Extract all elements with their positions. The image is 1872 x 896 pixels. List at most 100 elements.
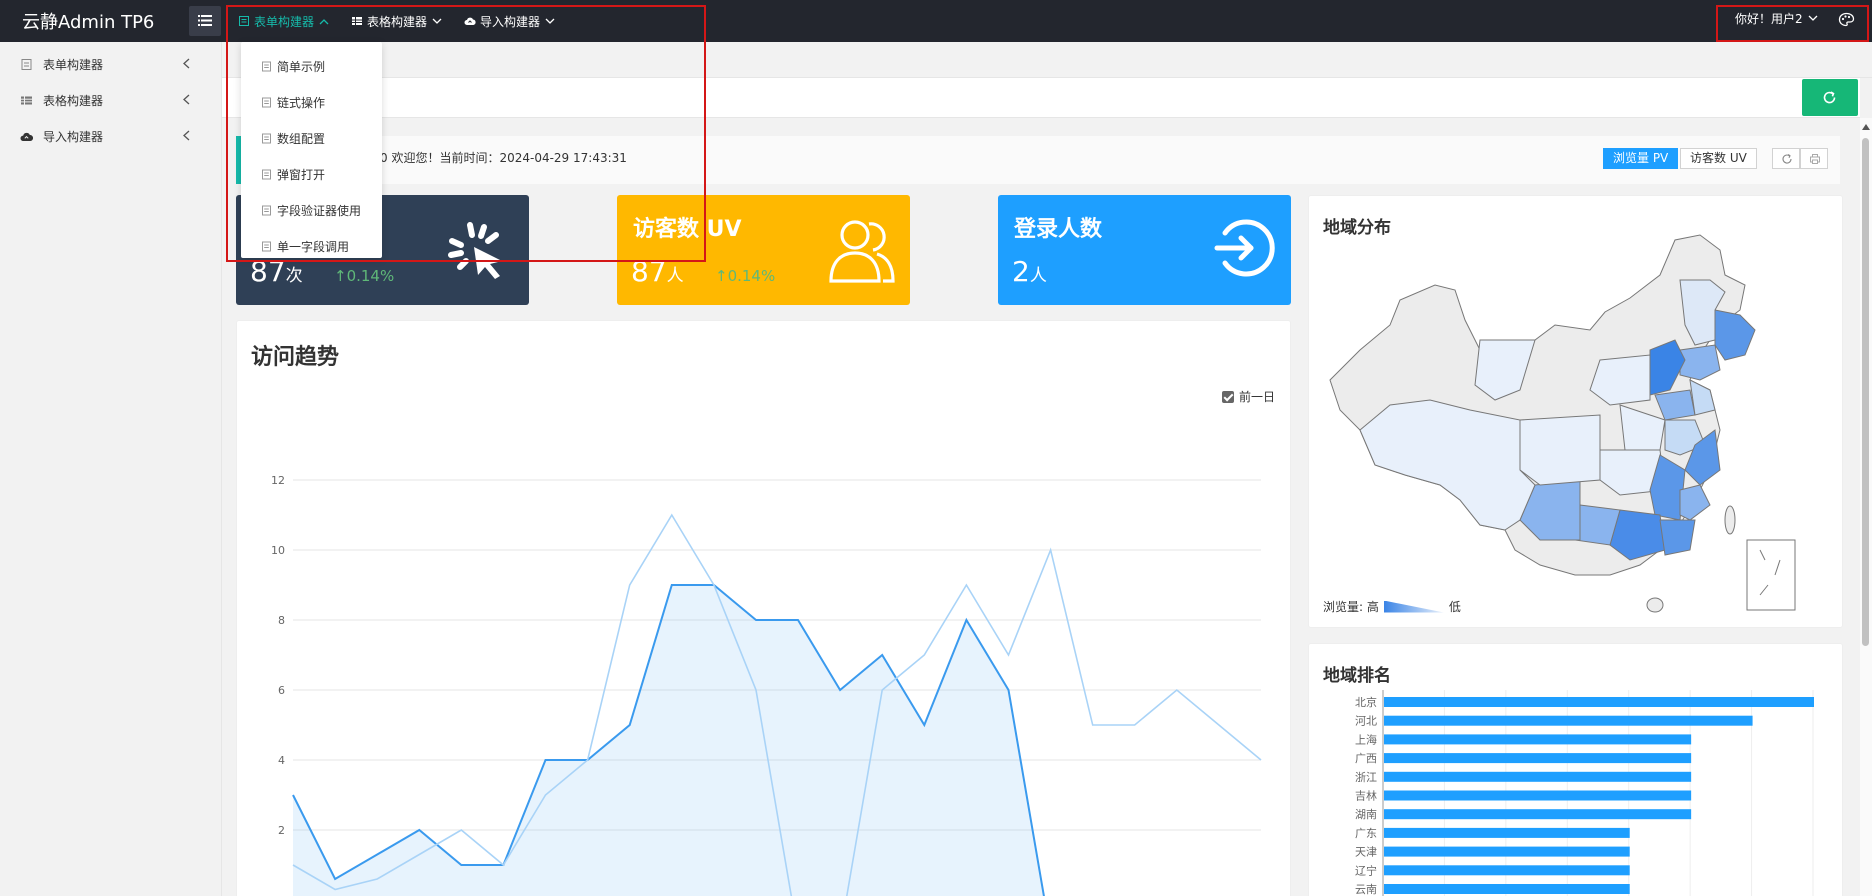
topnav-form-builder[interactable]: 表单构建器 [238,0,329,42]
trend-legend[interactable]: 前一日 [1222,388,1275,405]
dropdown-item-array-config[interactable]: 数组配置 [241,120,382,156]
dropdown-item-label: 字段验证器使用 [277,203,362,218]
menu-list-icon [198,15,212,26]
chevron-down-icon [432,18,442,24]
palette-icon[interactable] [1838,12,1855,27]
category-label: 河北 [1355,715,1377,728]
chevron-left-icon [183,94,190,105]
series-area [293,585,1044,896]
dropdown-item-simple-example[interactable]: 简单示例 [241,48,382,84]
card-value: 2人 [1012,255,1047,288]
category-label: 北京 [1355,695,1377,709]
breadcrumb-bar [222,78,1860,118]
card-rate: ↑0.14% [715,267,776,285]
refresh-icon [1823,91,1836,104]
form-builder-dropdown: 简单示例 链式操作 数组配置 弹窗打开 字段验证器使用 单一字段调用 [241,42,382,258]
bar [1384,846,1630,857]
form-icon [262,241,271,251]
reload-tool-button[interactable] [1772,148,1800,169]
map-legend: 浏览量: 高 低 [1323,598,1461,615]
brand-logo[interactable]: 云静Admin TP6 [22,8,154,34]
sidebar: 表单构建器 表格构建器 导入构建器 [0,42,222,896]
user-greeting: 你好！用户2 [1735,12,1803,26]
dropdown-item-label: 简单示例 [277,59,326,74]
topnav-import-builder[interactable]: 导入构建器 [464,0,555,42]
dropdown-item-label: 链式操作 [277,95,326,110]
print-tool-button[interactable] [1800,148,1828,169]
dropdown-item-field-validator[interactable]: 字段验证器使用 [241,192,382,228]
y-tick-label: 2 [278,824,285,837]
y-tick-label: 6 [278,684,285,697]
dropdown-item-single-field[interactable]: 单一字段调用 [241,228,382,264]
bar [1384,790,1692,801]
pv-toggle-button[interactable]: 浏览量 PV [1603,148,1679,169]
map-legend-gradient [1383,600,1444,613]
map-legend-high: 浏览量: 高 [1323,600,1379,614]
tab-strip [222,42,1872,78]
trend-chart: 2 4 6 8 10 12 [271,474,1262,896]
y-tick-label: 8 [278,614,285,627]
y-tick-label: 10 [271,544,285,557]
sidebar-item-table-builder[interactable]: 表格构建器 [0,82,221,118]
legend-label: 前一日 [1239,390,1276,404]
chevron-left-icon [183,130,190,141]
refresh-button[interactable] [1802,79,1858,116]
bar [1384,809,1692,820]
form-icon [262,169,271,179]
category-label: 广西 [1355,752,1377,765]
cloud-upload-icon [464,17,476,25]
sidebar-item-label: 导入构建器 [43,129,104,144]
top-bar: 云静Admin TP6 表单构建器 表格构建器 导入构建器 你好！用户2 [0,0,1872,42]
scrollbar-thumb[interactable] [1862,138,1869,646]
user-menu[interactable]: 你好！用户2 [1735,10,1818,27]
topnav-label: 导入构建器 [480,14,541,29]
category-label: 广东 [1355,827,1377,840]
chevron-down-icon [545,18,555,24]
bar [1384,884,1630,894]
form-icon [262,205,271,215]
category-label: 云南 [1355,883,1377,896]
sidebar-item-import-builder[interactable]: 导入构建器 [0,118,221,154]
sidebar-item-form-builder[interactable]: 表单构建器 [0,46,221,82]
card-rate: ↑0.14% [334,267,395,285]
ranking-title: 地域排名 [1323,666,1391,686]
top-nav: 表单构建器 表格构建器 导入构建器 [238,0,577,42]
y-tick-label: 4 [278,754,285,767]
scroll-up-arrow-icon[interactable] [1862,124,1870,130]
dropdown-item-label: 数组配置 [277,131,326,146]
stat-card-login: 登录人数 2人 [998,195,1291,305]
cloud-upload-icon [20,132,33,141]
dropdown-item-label: 弹窗打开 [277,167,326,182]
bar [1384,715,1753,726]
card-value: 87人 [631,255,684,288]
menu-toggle-button[interactable] [189,6,221,36]
category-label: 天津 [1355,846,1377,859]
topnav-table-builder[interactable]: 表格构建器 [351,0,442,42]
topnav-label: 表格构建器 [367,14,428,29]
users-icon [829,220,895,283]
chevron-down-icon [1808,15,1818,21]
category-label: 吉林 [1355,789,1377,803]
dropdown-item-popup-open[interactable]: 弹窗打开 [241,156,382,192]
welcome-text: 0 欢迎您！当前时间：2024-04-29 17:43:31 [380,151,627,165]
dropdown-item-chain-ops[interactable]: 链式操作 [241,84,382,120]
uv-toggle-button[interactable]: 访客数 UV [1680,148,1757,169]
card-title: 访客数 UV [633,217,742,242]
y-tick-label: 12 [271,474,285,487]
card-title: 登录人数 [1014,217,1103,242]
category-label: 上海 [1355,732,1377,746]
table-icon [21,96,32,104]
china-map [1329,234,1796,613]
form-icon [262,97,271,107]
bar [1384,771,1692,782]
bar [1384,865,1630,876]
form-icon [239,16,249,26]
sidebar-item-label: 表单构建器 [43,57,104,72]
dropdown-item-label: 单一字段调用 [277,239,350,254]
sidebar-item-label: 表格构建器 [43,93,104,108]
login-icon [1214,219,1275,277]
legend-checkbox[interactable] [1222,390,1234,403]
topnav-label: 表单构建器 [254,14,315,29]
print-icon [1810,154,1820,164]
reload-icon [1782,153,1792,164]
